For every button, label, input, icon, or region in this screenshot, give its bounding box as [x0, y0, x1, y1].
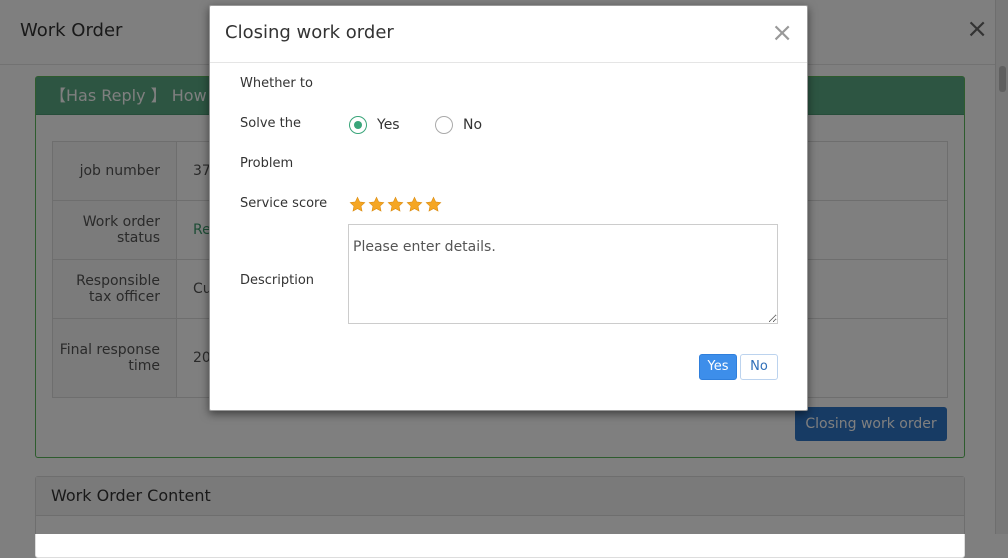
star-icon[interactable] — [406, 196, 423, 213]
star-icon[interactable] — [425, 196, 442, 213]
star-icon[interactable] — [349, 196, 366, 213]
close-icon[interactable]: × — [771, 20, 793, 46]
radio-no[interactable]: No — [435, 116, 482, 134]
description-label: Description — [240, 273, 315, 288]
yes-button[interactable]: Yes — [699, 354, 737, 380]
no-button[interactable]: No — [740, 354, 778, 380]
radio-selected-dot — [354, 121, 362, 129]
dialog-title: Closing work order — [225, 22, 394, 43]
star-icon[interactable] — [387, 196, 404, 213]
radio-yes-circle[interactable] — [349, 116, 367, 134]
radio-yes-label: Yes — [377, 117, 400, 133]
service-score-label: Service score — [240, 196, 328, 211]
closing-work-order-dialog: Closing work order × Whether to Solve th… — [209, 5, 808, 411]
dialog-header: Closing work order × — [210, 6, 807, 63]
description-textarea[interactable] — [348, 224, 778, 324]
whether-to-label: Whether to — [240, 76, 313, 91]
service-score-rating — [349, 196, 444, 213]
problem-label: Problem — [240, 156, 294, 171]
solve-the-label: Solve the — [240, 116, 301, 131]
star-icon[interactable] — [368, 196, 385, 213]
radio-no-label: No — [463, 117, 483, 133]
radio-yes[interactable]: Yes — [349, 116, 400, 134]
radio-no-circle[interactable] — [435, 116, 453, 134]
